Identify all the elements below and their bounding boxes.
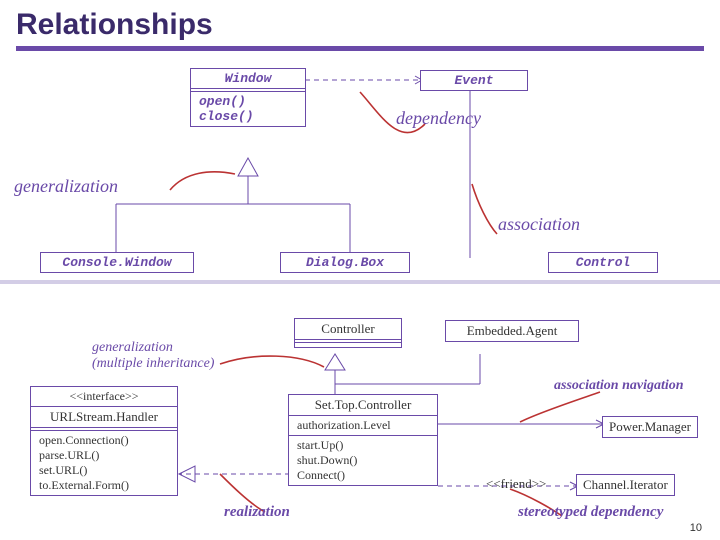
urlhandler-name: URLStream.Handler bbox=[31, 407, 177, 428]
urlhandler-stereotype: <<interface>> bbox=[31, 387, 177, 407]
class-controller: Controller bbox=[294, 318, 402, 348]
class-powermanager: Power.Manager bbox=[602, 416, 698, 438]
class-controller-ops bbox=[295, 343, 401, 347]
class-dialogbox: Dialog.Box bbox=[280, 252, 410, 273]
class-channeliterator: Channel.Iterator bbox=[576, 474, 675, 496]
label-realization: realization bbox=[224, 504, 290, 521]
urlhandler-ops: open.Connection() parse.URL() set.URL() … bbox=[31, 431, 177, 495]
class-settopcontroller: Set.Top.Controller authorization.Level s… bbox=[288, 394, 438, 486]
diagram-stage: Window open() close() Event generalizati… bbox=[0, 54, 720, 540]
class-event: Event bbox=[420, 70, 528, 91]
stc-name: Set.Top.Controller bbox=[289, 395, 437, 416]
label-association: association bbox=[498, 214, 580, 235]
label-stereo-dep: stereotyped dependency bbox=[518, 504, 663, 521]
title-underline bbox=[16, 46, 704, 51]
class-consolewindow: Console.Window bbox=[40, 252, 194, 273]
stc-ops: start.Up() shut.Down() Connect() bbox=[289, 436, 437, 485]
stc-prop: authorization.Level bbox=[289, 416, 437, 436]
stereotype-friend: <<friend>> bbox=[486, 476, 546, 492]
class-control: Control bbox=[548, 252, 658, 273]
page-title: Relationships bbox=[0, 0, 720, 46]
class-embeddedagent: Embedded.Agent bbox=[445, 320, 579, 342]
label-dependency: dependency bbox=[396, 108, 481, 129]
class-window-ops: open() close() bbox=[191, 92, 305, 126]
section-divider bbox=[0, 280, 720, 284]
class-window-name: Window bbox=[191, 69, 305, 89]
class-window: Window open() close() bbox=[190, 68, 306, 127]
class-controller-name: Controller bbox=[295, 319, 401, 340]
label-gen-multi: generalization (multiple inheritance) bbox=[92, 340, 214, 372]
label-generalization: generalization bbox=[14, 176, 118, 197]
page-number: 10 bbox=[690, 522, 702, 534]
interface-urlhandler: <<interface>> URLStream.Handler open.Con… bbox=[30, 386, 178, 496]
label-assoc-nav: association navigation bbox=[554, 378, 684, 394]
